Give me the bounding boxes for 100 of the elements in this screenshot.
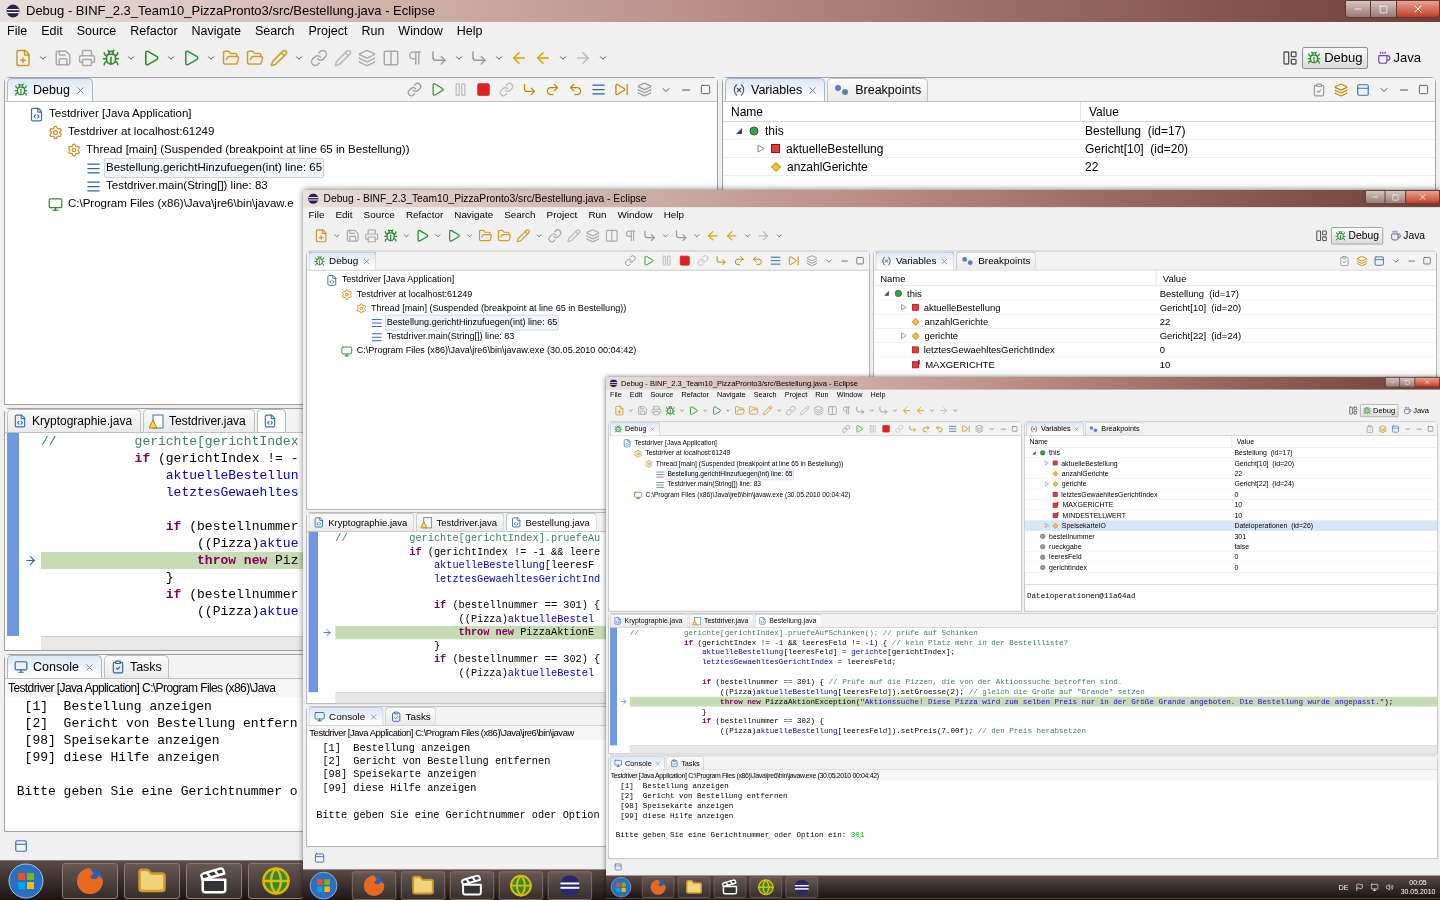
menu-item[interactable]: Run xyxy=(584,207,611,223)
menu-item[interactable]: Edit xyxy=(36,22,68,41)
menu-item[interactable]: Project xyxy=(303,22,353,41)
tree-item[interactable]: Bestellung.gerichtHinzufuegen(int) line: 65 xyxy=(104,158,325,178)
column-header[interactable]: Value xyxy=(1081,101,1127,122)
window-title: Debug - BINF_2.3_Team10_PizzaPronto3/src/Bestellung.java - Eclipse xyxy=(26,2,435,21)
tree-item[interactable]: Thread [main] (Suspended (breakpoint at line 65 in Bestellung)) xyxy=(369,300,628,317)
tree-item[interactable]: Testdriver [Java Application] xyxy=(47,104,194,124)
variable-name: aktuelleBestellung xyxy=(923,300,1001,315)
window-title: Debug - BINF_2.3_Team10_PizzaPronto3/src/Bestellung.java - Eclipse xyxy=(323,191,647,207)
editor-tab[interactable]: Testdriver.java xyxy=(143,409,255,432)
console-line: [1] Bestellung anzeigen xyxy=(321,741,471,755)
variable-value: Gericht[22] (id=24) xyxy=(1158,329,1242,343)
menu-item[interactable]: File xyxy=(2,22,33,41)
tree-item[interactable]: Bestellung.gerichtHinzufuegen(int) line: 65 xyxy=(385,315,559,331)
menu-item[interactable]: Help xyxy=(659,207,688,223)
menu-item[interactable]: Window xyxy=(393,22,448,41)
view-tab[interactable]: Debug xyxy=(7,78,93,101)
code-line: // gerichte[gerichtIndex].pruefeAu xyxy=(335,531,601,546)
console-prompt: Bitte geben Sie eine Gerichtnummer o xyxy=(15,783,298,800)
variable-name: anzahlGerichte xyxy=(787,158,868,176)
menu-item[interactable]: Search xyxy=(500,207,540,223)
menu-item[interactable]: Project xyxy=(542,207,582,223)
tree-item[interactable]: Testdriver [Java Application] xyxy=(340,272,456,288)
view-tab[interactable]: Variables xyxy=(875,251,955,270)
variable-value: 0 xyxy=(1158,343,1165,357)
tree-item[interactable]: Testdriver.main(String[]) line: 83 xyxy=(104,176,270,196)
variable-value: 10 xyxy=(1158,357,1171,372)
variable-name: this xyxy=(765,122,784,140)
variable-value: Bestellung (id=17) xyxy=(1158,286,1239,301)
view-tab[interactable]: Debug xyxy=(308,251,377,270)
menu-item[interactable]: Navigate xyxy=(186,22,246,41)
editor-tab[interactable]: Kryptographie.java xyxy=(7,409,142,432)
editor-tab[interactable]: Testdriver.java xyxy=(415,512,505,532)
variable-value: 22 xyxy=(1084,158,1099,176)
perspective-button[interactable]: Java xyxy=(1371,47,1426,69)
variable-value: Gericht[10] (id=20) xyxy=(1158,300,1242,315)
console-line: [98] Speisekarte anzeigen xyxy=(23,732,220,749)
view-tab[interactable]: Breakpoints xyxy=(956,251,1036,270)
view-tab[interactable]: Breakpoints xyxy=(827,78,929,101)
code-line: ((Pizza)aktuelleBestel xyxy=(457,666,595,680)
variable-name: letztesGewaehltesGerichtIndex xyxy=(923,343,1055,357)
code-line: if (bestellnummer xyxy=(164,586,299,603)
code-line: if (gerichtIndex != - xyxy=(133,450,299,467)
console-line: [99] diese Hilfe anzeigen xyxy=(23,749,220,766)
variable-value: Gericht[10] (id=20) xyxy=(1084,140,1189,158)
menu-item[interactable]: Navigate xyxy=(450,207,498,223)
code-line: // gerichte[gerichtIndex xyxy=(41,433,299,450)
menu-item[interactable]: Run xyxy=(356,22,390,41)
console-line: [2] Gericht von Bestellung entfern xyxy=(23,715,298,732)
code-line: if (bestellnummer xyxy=(164,518,299,535)
view-tab[interactable]: Console xyxy=(308,707,384,726)
code-line: if (bestellnummer == 301) { xyxy=(432,599,601,613)
editor-tab[interactable]: Bestellung.java xyxy=(505,512,597,532)
tree-item[interactable]: C:\Program Files (x86)\Java\jre6\bin\javaw.e xyxy=(66,194,296,214)
code-line: } xyxy=(432,639,441,653)
menu-item[interactable]: Search xyxy=(249,22,300,41)
code-line: letztesGewaehltes xyxy=(164,484,299,501)
console-line: [1] Bestellung anzeigen xyxy=(23,698,212,715)
editor-tab[interactable]: Kryptographie.java xyxy=(308,512,415,532)
menu-item[interactable]: Source xyxy=(359,207,399,223)
menu-item[interactable]: File xyxy=(304,207,329,223)
column-header[interactable]: Value xyxy=(1156,270,1193,286)
view-tab[interactable]: Variables xyxy=(725,78,826,101)
variable-name: this xyxy=(907,286,922,301)
console-line: [98] Speisekarte anzeigen xyxy=(321,768,477,782)
tree-item[interactable]: Testdriver at localhost:61249 xyxy=(355,286,474,302)
variable-name: aktuelleBestellung xyxy=(786,140,884,158)
view-tab[interactable]: Console xyxy=(7,655,102,678)
code-line: ((Pizza)aktue xyxy=(196,603,299,620)
menu-item[interactable]: Refactor xyxy=(125,22,183,41)
variable-name: anzahlGerichte xyxy=(924,314,989,329)
column-header[interactable]: Name xyxy=(723,101,1081,122)
code-line: } xyxy=(164,569,174,586)
column-header[interactable]: Name xyxy=(873,270,1157,286)
variable-name: MAXGERICHTE xyxy=(925,357,995,372)
perspective-button[interactable]: Debug xyxy=(1302,47,1368,69)
perspective-button[interactable]: Debug xyxy=(1331,227,1383,245)
perspective-button[interactable]: Java xyxy=(1385,227,1429,245)
tree-item[interactable]: Thread [main] (Suspended (breakpoint at line 65 in Bestellung)) xyxy=(84,140,412,160)
tree-item[interactable]: Testdriver.main(String[]) line: 83 xyxy=(385,329,516,345)
tree-item[interactable]: C:\Program Files (x86)\Java\jre6\bin\javaw.exe (30.05.2010 00:04:42) xyxy=(355,343,638,359)
console-line: [2] Gericht von Bestellung entfernen xyxy=(321,754,551,768)
console-line: [99] diese Hilfe anzeigen xyxy=(321,781,477,795)
menu-item[interactable]: Help xyxy=(451,22,488,41)
code-line: aktuelleBestellun xyxy=(164,467,299,484)
code-line: letztesGewaehltesGerichtInd xyxy=(432,572,601,586)
menu-item[interactable]: Source xyxy=(71,22,122,41)
menu-item[interactable]: Refactor xyxy=(401,207,448,223)
code-line: ((Pizza)aktue xyxy=(196,535,299,552)
code-line: ((Pizza)aktuelleBestel xyxy=(457,612,595,626)
tree-item[interactable]: Testdriver at localhost:61249 xyxy=(66,122,217,142)
menu-item[interactable]: Window xyxy=(613,207,657,223)
menu-item[interactable]: Edit xyxy=(331,207,357,223)
variable-value: 22 xyxy=(1158,314,1171,329)
variable-name: gerichte xyxy=(924,329,959,343)
console-prompt: Bitte geben Sie eine Gerichtnummer oder Option xyxy=(315,808,600,822)
view-tab[interactable]: Tasks xyxy=(103,655,169,678)
view-tab[interactable]: Tasks xyxy=(385,707,437,726)
code-line: if (bestellnummer == 302) { xyxy=(432,652,601,667)
